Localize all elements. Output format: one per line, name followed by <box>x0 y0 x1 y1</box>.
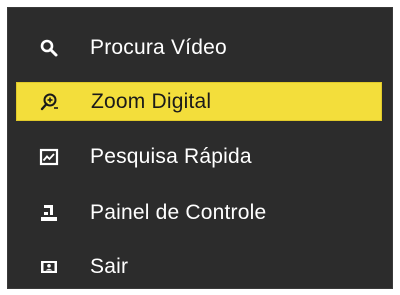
menu-item-sair[interactable]: Sair <box>16 247 382 286</box>
context-menu: Procura Vídeo Zoom Digital Pesquisa Rápi… <box>7 7 393 289</box>
menu-item-label: Procura Vídeo <box>90 35 227 59</box>
menu-item-label: Painel de Controle <box>90 200 267 224</box>
menu-item-label: Zoom Digital <box>91 89 212 113</box>
menu-item-pesquisa-rapida[interactable]: Pesquisa Rápida <box>16 137 382 176</box>
menu-item-label: Sair <box>90 254 129 278</box>
menu-item-label: Pesquisa Rápida <box>90 144 252 168</box>
menu-item-procura-video[interactable]: Procura Vídeo <box>16 28 382 67</box>
zoom-in-icon <box>39 91 61 113</box>
control-panel-icon <box>38 202 60 224</box>
exit-icon <box>38 256 60 278</box>
image-chart-icon <box>38 146 60 168</box>
menu-item-painel-de-controle[interactable]: Painel de Controle <box>16 193 382 232</box>
search-icon <box>38 37 60 59</box>
menu-item-zoom-digital[interactable]: Zoom Digital <box>16 82 382 121</box>
